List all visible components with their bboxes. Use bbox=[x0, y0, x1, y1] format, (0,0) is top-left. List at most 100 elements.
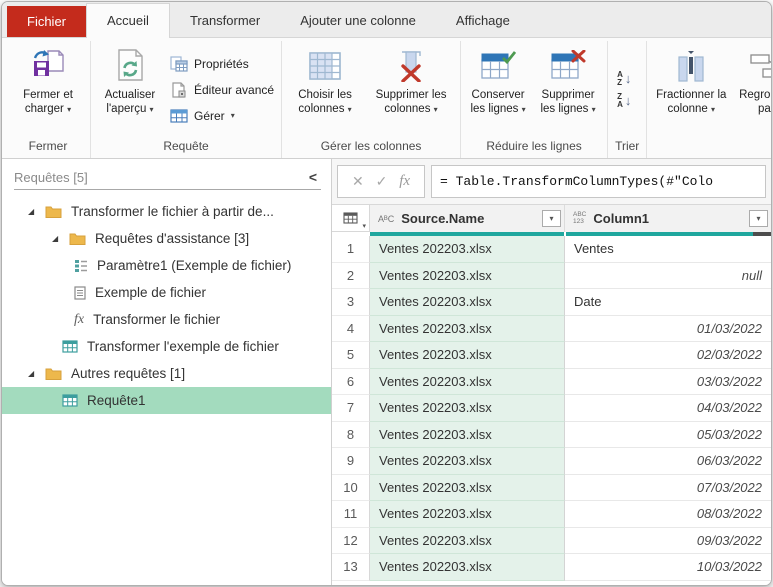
group-label-empty bbox=[650, 152, 771, 158]
split-column-button[interactable]: Fractionner la colonne ▾ bbox=[650, 41, 732, 152]
row-number[interactable]: 6 bbox=[332, 368, 370, 395]
cell-source-name[interactable]: Ventes 202203.xlsx bbox=[370, 342, 565, 369]
sort-descending-button[interactable]: ZA ↓ bbox=[617, 92, 631, 109]
tree-item-transformer-le-fichier[interactable]: fx Transformer le fichier bbox=[2, 306, 331, 333]
cell-column1[interactable]: 07/03/2022 bbox=[565, 475, 771, 501]
cell-column1[interactable]: null bbox=[565, 263, 771, 289]
row-number[interactable]: 9 bbox=[332, 448, 370, 475]
cell-source-name[interactable]: Ventes 202203.xlsx bbox=[370, 368, 565, 395]
keep-rows-label: Conserver les lignes bbox=[470, 89, 525, 116]
choose-columns-icon bbox=[308, 47, 342, 85]
table-corner-icon bbox=[343, 212, 358, 224]
expand-triangle-icon[interactable]: ◢ bbox=[52, 234, 62, 243]
row-number[interactable]: 7 bbox=[332, 395, 370, 422]
tab-affichage[interactable]: Affichage bbox=[436, 4, 530, 37]
cell-source-name[interactable]: Ventes 202203.xlsx bbox=[370, 421, 565, 448]
collapse-pane-icon[interactable]: < bbox=[305, 169, 321, 185]
tab-accueil[interactable]: Accueil bbox=[86, 3, 170, 38]
refresh-preview-button[interactable]: Actualiser l'aperçu ▾ bbox=[94, 41, 166, 138]
cell-source-name[interactable]: Ventes 202203.xlsx bbox=[370, 527, 565, 554]
tree-item-requetes-assistance[interactable]: ◢ Requêtes d'assistance [3] bbox=[2, 225, 331, 252]
tree-item-transformer-exemple-de-fichier[interactable]: Transformer l'exemple de fichier bbox=[2, 333, 331, 360]
group-by-button[interactable]: Regrouper par bbox=[732, 41, 771, 152]
dropdown-caret-icon: ▾ bbox=[230, 111, 235, 120]
sort-ascending-button[interactable]: AZ ↓ bbox=[617, 70, 631, 87]
cell-column1[interactable]: 04/03/2022 bbox=[565, 395, 771, 422]
cell-source-name[interactable]: Ventes 202203.xlsx bbox=[370, 448, 565, 475]
refresh-preview-icon bbox=[113, 47, 147, 85]
remove-columns-icon bbox=[395, 47, 427, 85]
cell-source-name[interactable]: Ventes 202203.xlsx bbox=[370, 474, 565, 501]
tab-fichier[interactable]: Fichier bbox=[7, 6, 87, 37]
properties-button[interactable]: Propriétés bbox=[170, 53, 274, 75]
cell-column1[interactable]: Ventes bbox=[565, 236, 771, 263]
expand-triangle-icon[interactable]: ◢ bbox=[28, 369, 38, 378]
cell-column1[interactable]: 09/03/2022 bbox=[565, 528, 771, 554]
cell-source-name[interactable]: Ventes 202203.xlsx bbox=[370, 289, 565, 316]
cell-column1[interactable]: 02/03/2022 bbox=[565, 342, 771, 369]
cell-column1[interactable]: 08/03/2022 bbox=[565, 501, 771, 528]
row-number[interactable]: 5 bbox=[332, 342, 370, 369]
filter-dropdown-button[interactable]: ▾ bbox=[749, 210, 768, 227]
cell-column1[interactable]: 10/03/2022 bbox=[565, 554, 771, 581]
filter-dropdown-button[interactable]: ▾ bbox=[542, 210, 561, 227]
group-label-gerer-les-colonnes: Gérer les colonnes bbox=[320, 139, 422, 153]
row-number[interactable]: 2 bbox=[332, 262, 370, 289]
tree-item-parametre1[interactable]: Paramètre1 (Exemple de fichier) bbox=[2, 252, 331, 279]
select-all-corner-cell[interactable]: ▾ bbox=[332, 205, 370, 232]
row-number[interactable]: 4 bbox=[332, 315, 370, 342]
column-header-source-name[interactable]: AᴮC Source.Name ▾ bbox=[370, 205, 565, 232]
folder-icon bbox=[45, 367, 62, 380]
advanced-editor-label: Éditeur avancé bbox=[194, 82, 275, 97]
table-row: 13 Ventes 202203.xlsx 10/03/2022 bbox=[332, 554, 771, 581]
remove-columns-button[interactable]: Supprimer les colonnes ▾ bbox=[365, 41, 457, 138]
corner-caret-icon: ▾ bbox=[362, 223, 366, 230]
cell-source-name[interactable]: Ventes 202203.xlsx bbox=[370, 501, 565, 528]
tree-item-label: Requêtes d'assistance [3] bbox=[95, 231, 250, 246]
split-column-label: Fractionner la colonne bbox=[656, 89, 727, 116]
dropdown-caret-icon: ▾ bbox=[433, 105, 438, 115]
queries-pane: Requêtes [5] < ◢ Transformer le fichier … bbox=[2, 159, 332, 585]
group-by-icon bbox=[749, 47, 771, 85]
dropdown-caret-icon: ▾ bbox=[521, 105, 526, 115]
cell-column1[interactable]: 01/03/2022 bbox=[565, 316, 771, 342]
check-icon[interactable]: ✓ bbox=[376, 173, 388, 190]
cell-source-name[interactable]: Ventes 202203.xlsx bbox=[370, 554, 565, 581]
tab-ajouter-une-colonne[interactable]: Ajouter une colonne bbox=[280, 4, 436, 37]
tree-item-autres-requetes[interactable]: ◢ Autres requêtes [1] bbox=[2, 360, 331, 387]
group-label-requete: Requête bbox=[163, 139, 209, 153]
cancel-icon[interactable]: ✕ bbox=[352, 173, 364, 190]
row-number[interactable]: 8 bbox=[332, 421, 370, 448]
tree-item-requete1[interactable]: Requête1 bbox=[2, 387, 331, 414]
formula-input[interactable]: = Table.TransformColumnTypes(#"Colo bbox=[431, 165, 766, 198]
table-row: 10 Ventes 202203.xlsx 07/03/2022 bbox=[332, 474, 771, 501]
cell-source-name[interactable]: Ventes 202203.xlsx bbox=[370, 315, 565, 342]
cell-column1[interactable]: Date bbox=[565, 289, 771, 316]
column-header-column1[interactable]: ABC 123 Column1 ▾ bbox=[565, 205, 771, 232]
expand-triangle-icon[interactable]: ◢ bbox=[28, 207, 38, 216]
cell-source-name[interactable]: Ventes 202203.xlsx bbox=[370, 262, 565, 289]
manage-button[interactable]: Gérer ▾ bbox=[170, 105, 274, 127]
cell-column1[interactable]: 05/03/2022 bbox=[565, 422, 771, 448]
row-number[interactable]: 13 bbox=[332, 554, 370, 581]
keep-rows-button[interactable]: Conserver les lignes ▾ bbox=[464, 41, 532, 138]
row-number[interactable]: 11 bbox=[332, 501, 370, 528]
row-number[interactable]: 1 bbox=[332, 236, 370, 263]
cell-column1[interactable]: 03/03/2022 bbox=[565, 369, 771, 395]
advanced-editor-button[interactable]: Éditeur avancé bbox=[170, 79, 274, 101]
tree-item-transformer-le-fichier-a-partir-de[interactable]: ◢ Transformer le fichier à partir de... bbox=[2, 198, 331, 225]
remove-rows-button[interactable]: Supprimer les lignes ▾ bbox=[532, 41, 604, 138]
cell-column1[interactable]: 06/03/2022 bbox=[565, 448, 771, 475]
tree-item-exemple-de-fichier[interactable]: Exemple de fichier bbox=[2, 279, 331, 306]
row-number[interactable]: 10 bbox=[332, 474, 370, 501]
row-number[interactable]: 12 bbox=[332, 527, 370, 554]
cell-source-name[interactable]: Ventes 202203.xlsx bbox=[370, 236, 565, 263]
document-icon bbox=[74, 285, 86, 300]
tab-transformer[interactable]: Transformer bbox=[170, 4, 280, 37]
close-and-load-label: Fermer et charger bbox=[23, 89, 73, 116]
queries-tree: ◢ Transformer le fichier à partir de... … bbox=[2, 198, 331, 414]
row-number[interactable]: 3 bbox=[332, 289, 370, 316]
cell-source-name[interactable]: Ventes 202203.xlsx bbox=[370, 395, 565, 422]
close-and-load-button[interactable]: Fermer et charger ▾ bbox=[9, 41, 87, 138]
choose-columns-button[interactable]: Choisir les colonnes ▾ bbox=[285, 41, 365, 138]
